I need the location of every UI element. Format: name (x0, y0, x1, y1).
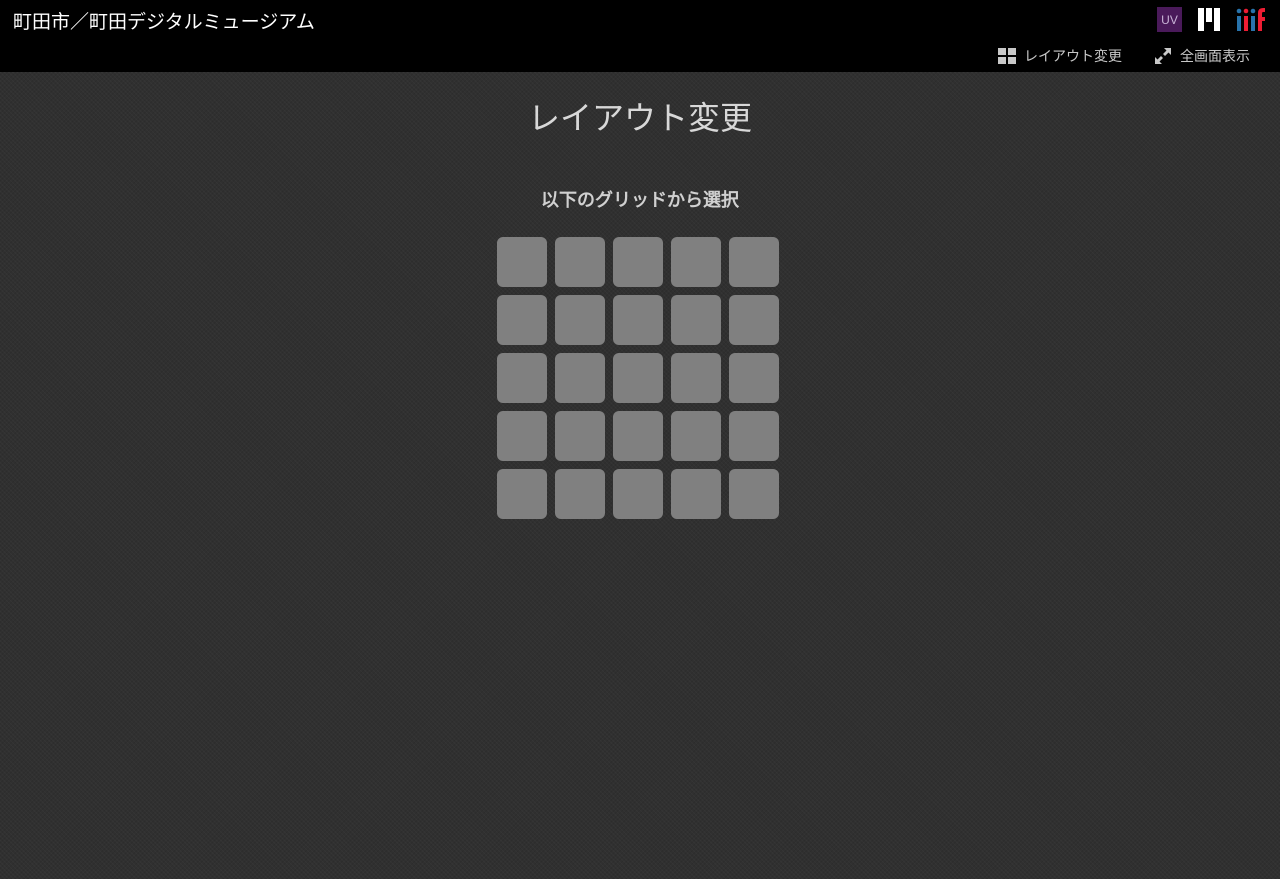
grid-cell[interactable] (729, 469, 779, 519)
fullscreen-button-label: 全画面表示 (1180, 49, 1250, 65)
fullscreen-button[interactable]: 全画面表示 (1154, 46, 1250, 66)
grid-cell[interactable] (613, 353, 663, 403)
top-bar: 町田市／町田デジタルミュージアム UV レイアウト変更 全画面表示 (0, 0, 1280, 72)
grid-cell[interactable] (555, 469, 605, 519)
grid-cell[interactable] (555, 295, 605, 345)
grid-cell[interactable] (555, 411, 605, 461)
layout-button-label: レイアウト変更 (1024, 49, 1122, 65)
grid-cell[interactable] (729, 295, 779, 345)
grid-cell[interactable] (497, 353, 547, 403)
layout-panel-subtitle: 以下のグリッドから選択 (541, 190, 739, 211)
grid-cell[interactable] (671, 353, 721, 403)
layout-button[interactable]: レイアウト変更 (998, 46, 1122, 66)
grid-cell[interactable] (497, 469, 547, 519)
layout-panel-title: レイアウト変更 (527, 99, 752, 137)
grid-cell[interactable] (671, 469, 721, 519)
grid-cell[interactable] (729, 411, 779, 461)
grid-cell[interactable] (729, 353, 779, 403)
uv-logo[interactable]: UV (1157, 7, 1182, 32)
grid-cell[interactable] (729, 237, 779, 287)
grid-cell[interactable] (613, 469, 663, 519)
toolbar: レイアウト変更 全画面表示 (998, 46, 1250, 66)
grid-icon (998, 48, 1016, 64)
site-title: 町田市／町田デジタルミュージアム (13, 11, 315, 33)
layout-grid-selector (497, 237, 779, 519)
iiif-logo-icon[interactable] (1236, 7, 1266, 32)
grid-cell[interactable] (613, 295, 663, 345)
grid-cell[interactable] (671, 237, 721, 287)
logo-group: UV (1157, 7, 1266, 32)
grid-cell[interactable] (497, 237, 547, 287)
grid-cell[interactable] (671, 411, 721, 461)
mirador-logo-icon[interactable] (1197, 7, 1221, 32)
grid-cell[interactable] (671, 295, 721, 345)
grid-cell[interactable] (555, 353, 605, 403)
grid-cell[interactable] (497, 411, 547, 461)
grid-cell[interactable] (613, 237, 663, 287)
expand-icon (1155, 48, 1171, 64)
grid-cell[interactable] (497, 295, 547, 345)
grid-cell[interactable] (613, 411, 663, 461)
grid-cell[interactable] (555, 237, 605, 287)
